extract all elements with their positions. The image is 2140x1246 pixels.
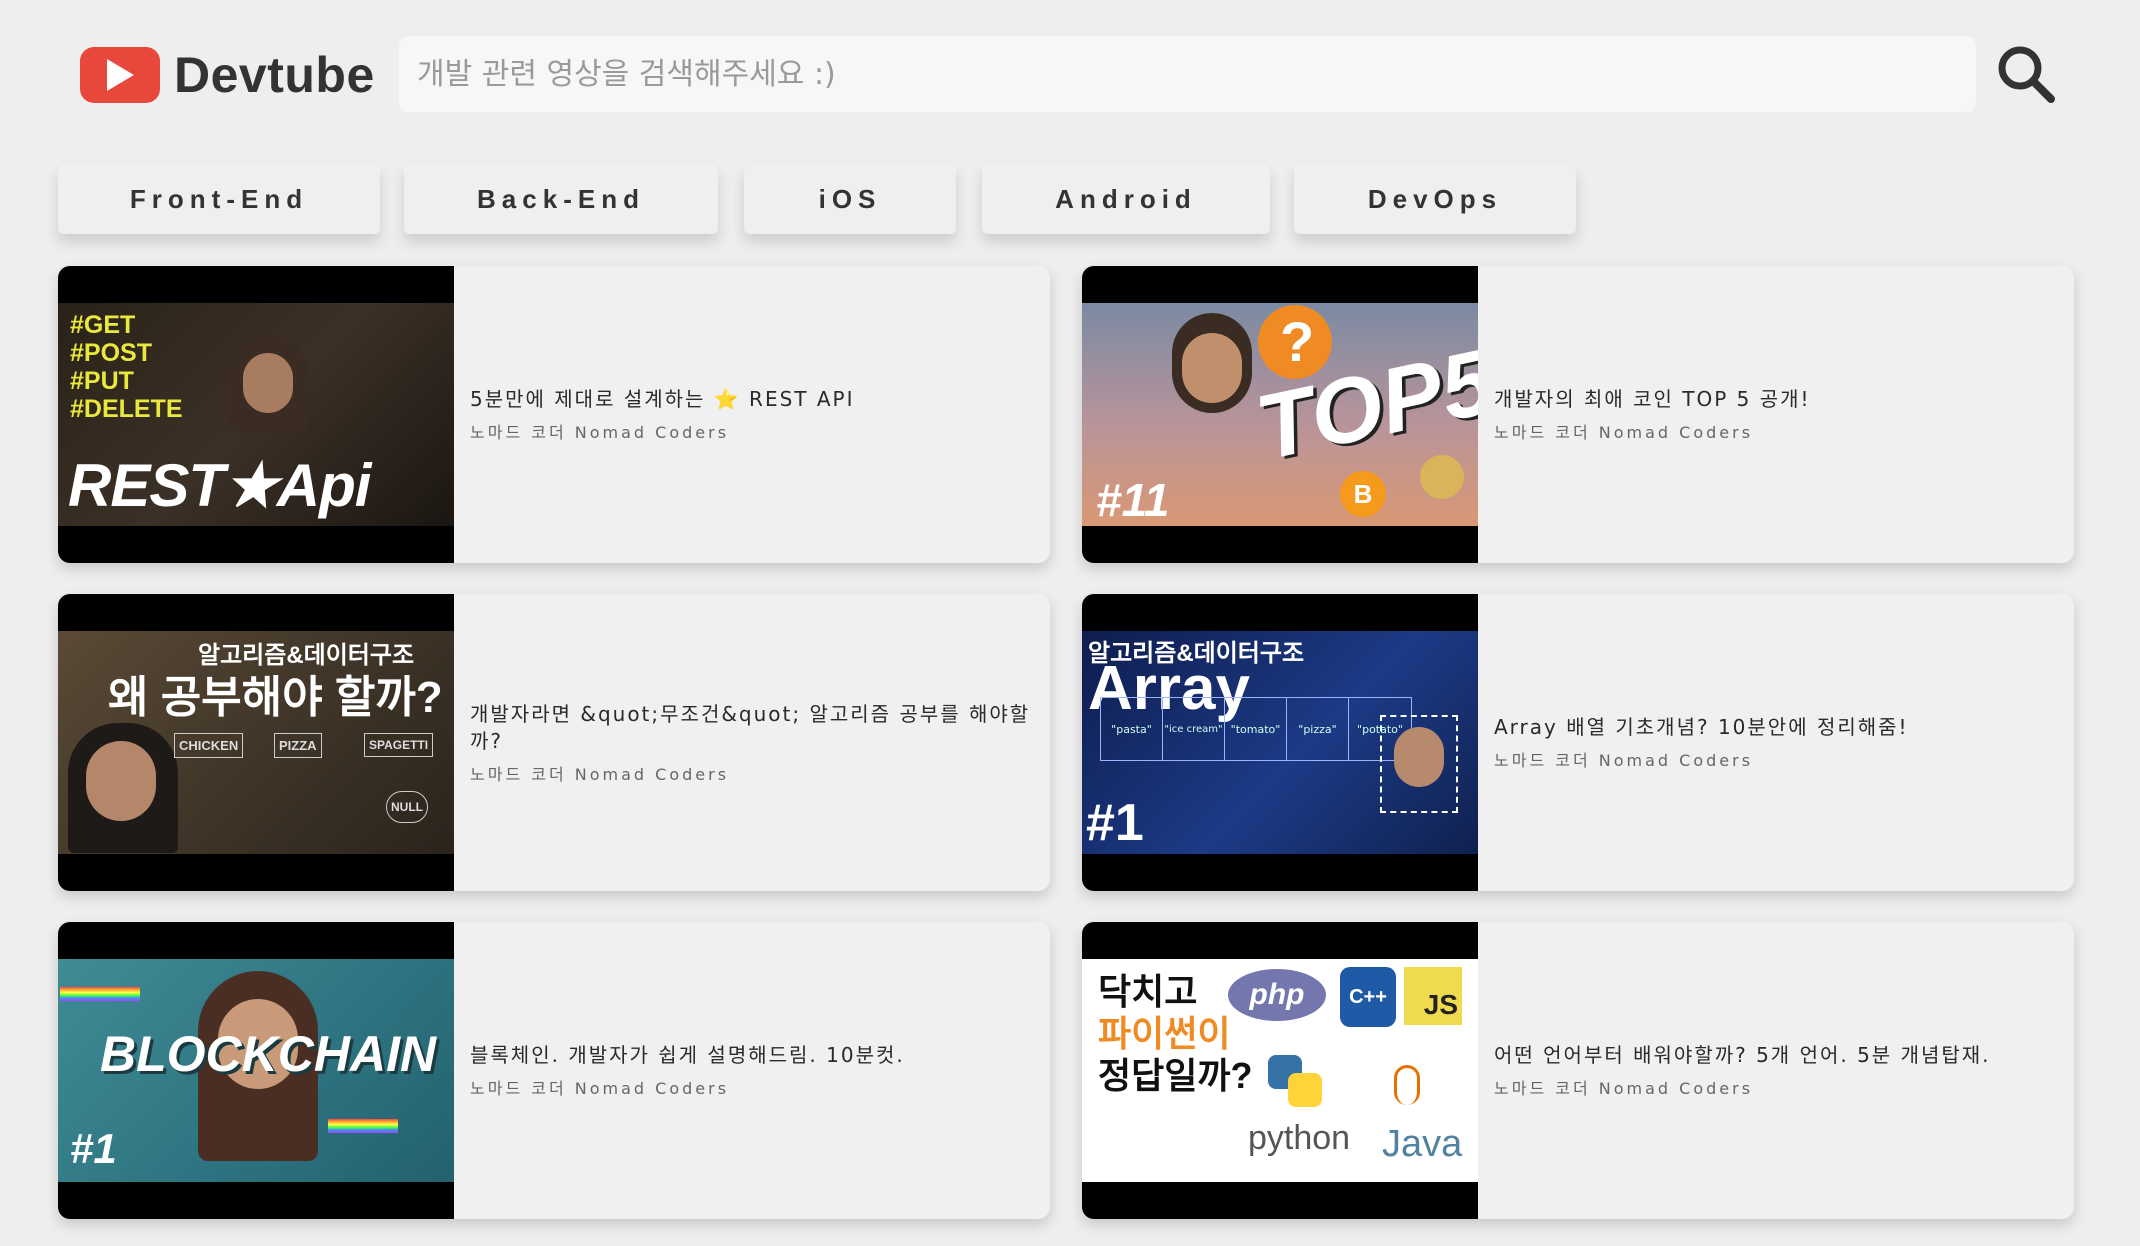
search-button[interactable] [1992,40,2060,108]
thumb-question: ? [1280,310,1315,373]
thumb-title: 왜 공부해야 할까? [108,673,443,722]
video-card[interactable]: BLOCKCHAIN #1 블록체인. 개발자가 쉽게 설명해드림. 10분컷.… [58,922,1050,1219]
python-logo: python [1248,1119,1351,1157]
thumb-node: SPAGETTI [364,733,434,757]
thumb-node: CHICKEN [174,733,244,758]
video-channel[interactable]: 노마드 코더 Nomad Coders [1494,419,2058,443]
video-title[interactable]: 어떤 언어부터 배워야할까? 5개 언어. 5분 개념탑재. [1494,1042,2058,1069]
video-channel[interactable]: 노마드 코더 Nomad Coders [1494,747,2058,771]
thumb-tags: #GET #POST #PUT #DELETE [70,311,183,423]
video-card[interactable]: #GET #POST #PUT #DELETE REST★Api 5분만에 제대… [58,266,1050,563]
video-title[interactable]: 블록체인. 개발자가 쉽게 설명해드림. 10분컷. [470,1042,1034,1069]
array-cell: "pizza" [1287,698,1349,760]
thumb-title: BLOCKCHAIN [100,1026,437,1082]
thumb-line: 정답일까? [1098,1055,1253,1096]
js-logo: JS [1423,989,1458,1020]
search-input[interactable] [399,36,1976,112]
tab-front-end[interactable]: Front-End [58,164,380,234]
video-card[interactable]: 알고리즘&데이터구조 Array "pasta" "ice cream" "to… [1082,594,2074,891]
video-title[interactable]: 개발자라면 &quot;무조건&quot; 알고리즘 공부를 해야할까? [470,701,1034,755]
array-cell: "pasta" [1101,698,1163,760]
cpp-logo: C++ [1349,985,1387,1008]
video-card[interactable]: 닥치고 파이썬이 정답일까? php C++ JS python Java 어떤… [1082,922,2074,1219]
video-thumbnail: BLOCKCHAIN #1 [58,922,454,1219]
java-logo: Java [1382,1123,1463,1165]
tab-ios[interactable]: iOS [744,164,956,234]
header: Devtube [0,0,2140,150]
video-thumbnail: ? TOP5 B #11 [1082,266,1478,563]
video-channel[interactable]: 노마드 코더 Nomad Coders [470,1075,1034,1099]
play-icon [80,47,160,103]
app-name: Devtube [174,47,375,103]
video-card[interactable]: ? TOP5 B #11 개발자의 최애 코인 TOP 5 공개! 노마드 코더… [1082,266,2074,563]
video-thumbnail: 닥치고 파이썬이 정답일까? php C++ JS python Java [1082,922,1478,1219]
thumb-episode: #1 [70,1125,117,1172]
video-channel[interactable]: 노마드 코더 Nomad Coders [470,419,1034,443]
tab-devops[interactable]: DevOps [1294,164,1576,234]
php-logo: php [1249,978,1305,1011]
video-thumbnail: 알고리즘&데이터구조 Array "pasta" "ice cream" "to… [1082,594,1478,891]
video-title[interactable]: 개발자의 최애 코인 TOP 5 공개! [1494,386,2058,413]
video-title[interactable]: 5분만에 제대로 설계하는 ⭐ REST API [470,386,1034,413]
thumb-episode: #11 [1096,474,1170,526]
array-cell: "ice cream" [1163,698,1225,760]
video-thumbnail: 알고리즘&데이터구조 왜 공부해야 할까? CHICKEN PIZZA SPAG… [58,594,454,891]
thumb-node: NULL [386,791,428,823]
tab-back-end[interactable]: Back-End [404,164,718,234]
bitcoin-icon: B [1353,478,1373,509]
thumb-node: PIZZA [274,733,322,758]
video-title[interactable]: Array 배열 기초개념? 10분안에 정리해줌! [1494,714,2058,741]
logo[interactable]: Devtube [80,46,375,104]
video-card[interactable]: 알고리즘&데이터구조 왜 공부해야 할까? CHICKEN PIZZA SPAG… [58,594,1050,891]
thumb-episode: #1 [1086,794,1144,852]
thumb-title: REST★Api [68,452,371,519]
search-icon [1998,46,2055,103]
video-channel[interactable]: 노마드 코더 Nomad Coders [1494,1075,2058,1099]
video-channel[interactable]: 노마드 코더 Nomad Coders [470,761,1034,785]
tab-android[interactable]: Android [982,164,1270,234]
array-cell: "tomato" [1225,698,1287,760]
video-thumbnail: #GET #POST #PUT #DELETE REST★Api [58,266,454,563]
